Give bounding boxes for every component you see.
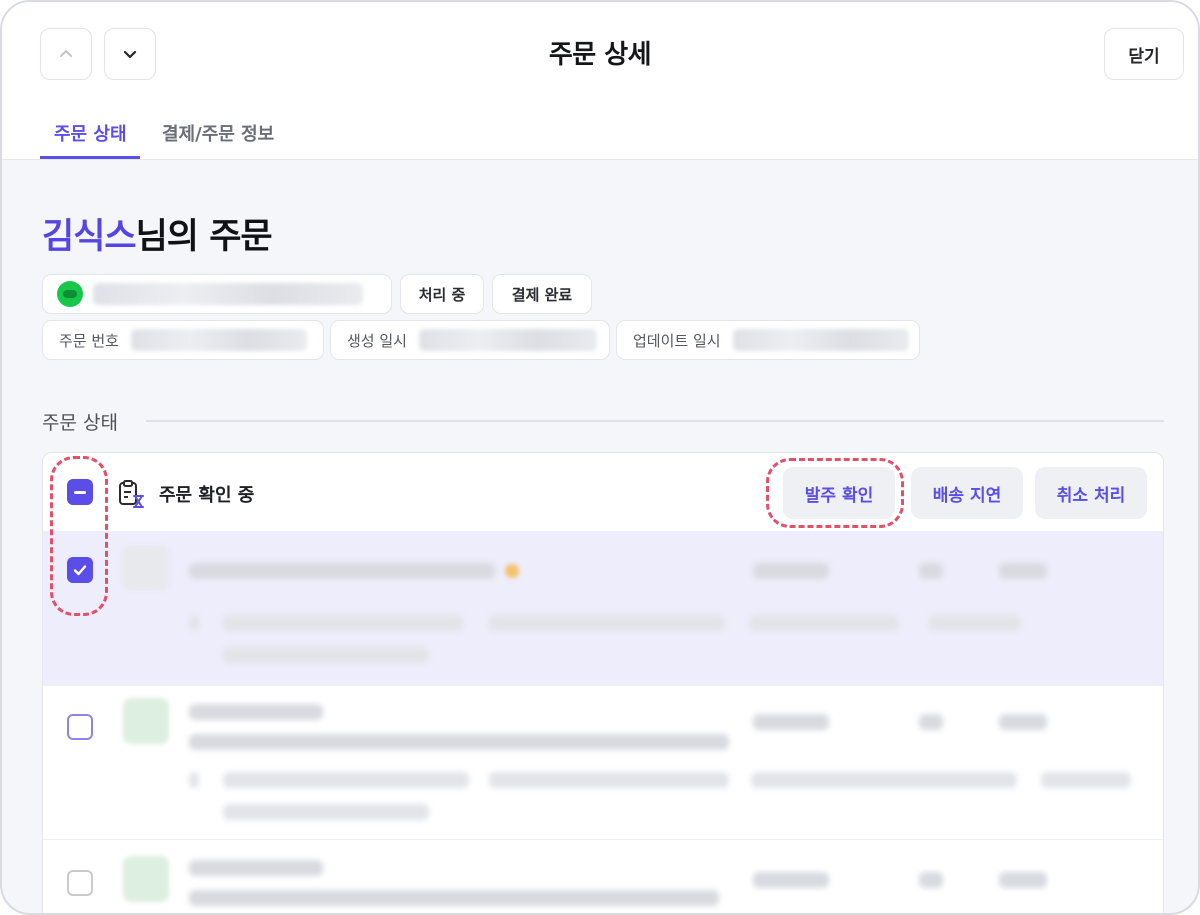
masked-item-description (189, 890, 719, 906)
section-divider (146, 420, 1164, 422)
group-header: 주문 확인 중 발주 확인 배송 지연 취소 처리 (43, 453, 1163, 531)
masked-option-bullet (189, 772, 199, 788)
section-title: 주문 상태 (42, 412, 118, 434)
confirm-button-callout-highlight (766, 458, 904, 528)
order-number-label: 주문 번호 (59, 331, 119, 350)
masked-updated-at (732, 329, 909, 351)
updated-at-chip: 업데이트 일시 (616, 320, 920, 360)
close-button[interactable]: 닫기 (1104, 28, 1184, 80)
item-checkbox[interactable] (67, 870, 93, 896)
pay-logo-icon (57, 281, 83, 307)
masked-option-text (489, 772, 729, 788)
created-at-label: 생성 일시 (347, 331, 407, 350)
clipboard-hourglass-icon (119, 480, 144, 508)
masked-item-qty (919, 714, 943, 730)
item-checkbox[interactable] (67, 714, 93, 740)
status-processing-chip: 처리 중 (400, 274, 484, 314)
masked-option-bullet (189, 615, 199, 631)
masked-option-text (1041, 772, 1131, 788)
order-item-row[interactable] (43, 839, 1163, 913)
masked-item-total (999, 872, 1047, 888)
item-thumbnail (123, 698, 169, 744)
item-badge-icon (505, 564, 519, 578)
order-item-row[interactable] (43, 531, 1163, 685)
delay-shipping-button[interactable]: 배송 지연 (911, 467, 1023, 519)
order-item-row[interactable] (43, 685, 1163, 839)
masked-item-description (189, 734, 729, 750)
order-detail-window: 주문 상세 닫기 주문 상태 결제/주문 정보 김식스님의 주문 처리 중 결제… (0, 0, 1200, 915)
masked-item-total (999, 563, 1047, 579)
created-at-chip: 생성 일시 (330, 320, 610, 360)
masked-option-text (489, 615, 725, 631)
cancel-order-button[interactable]: 취소 처리 (1035, 467, 1147, 519)
order-status-panel: 주문 확인 중 발주 확인 배송 지연 취소 처리 (42, 452, 1164, 913)
payment-method-chip (42, 274, 392, 314)
masked-option-text (223, 615, 463, 631)
item-thumbnail (123, 856, 169, 902)
customer-name: 김식스 (42, 217, 137, 257)
masked-item-price (753, 714, 829, 730)
masked-order-number (130, 329, 307, 351)
masked-option-text (223, 772, 469, 788)
masked-option-text (223, 804, 429, 820)
header: 주문 상세 닫기 주문 상태 결제/주문 정보 (2, 2, 1198, 160)
masked-option-text (749, 615, 899, 631)
customer-heading: 김식스님의 주문 (42, 208, 273, 259)
masked-item-total (999, 714, 1047, 730)
masked-option-text (223, 647, 429, 663)
masked-created-at (418, 329, 597, 351)
masked-item-qty (919, 563, 943, 579)
masked-option-text (929, 615, 1021, 631)
tab-payment-info[interactable]: 결제/주문 정보 (162, 120, 274, 146)
status-paid-chip: 결제 완료 (492, 274, 592, 314)
masked-item-name (189, 860, 323, 876)
masked-item-name (189, 563, 495, 579)
checkbox-callout-highlight (50, 456, 108, 616)
masked-item-price (753, 872, 829, 888)
masked-item-name (189, 704, 323, 720)
customer-suffix: 님의 주문 (135, 217, 273, 257)
group-title: 주문 확인 중 (159, 485, 255, 506)
masked-option-text (751, 772, 1017, 788)
updated-at-label: 업데이트 일시 (633, 331, 721, 350)
masked-item-qty (919, 872, 943, 888)
active-tab-indicator (40, 156, 140, 159)
tab-order-status[interactable]: 주문 상태 (54, 120, 127, 146)
page-title: 주문 상세 (548, 40, 652, 70)
item-thumbnail (123, 545, 169, 591)
order-number-chip: 주문 번호 (42, 320, 324, 360)
masked-payment-info (93, 283, 363, 305)
masked-item-price (753, 563, 829, 579)
